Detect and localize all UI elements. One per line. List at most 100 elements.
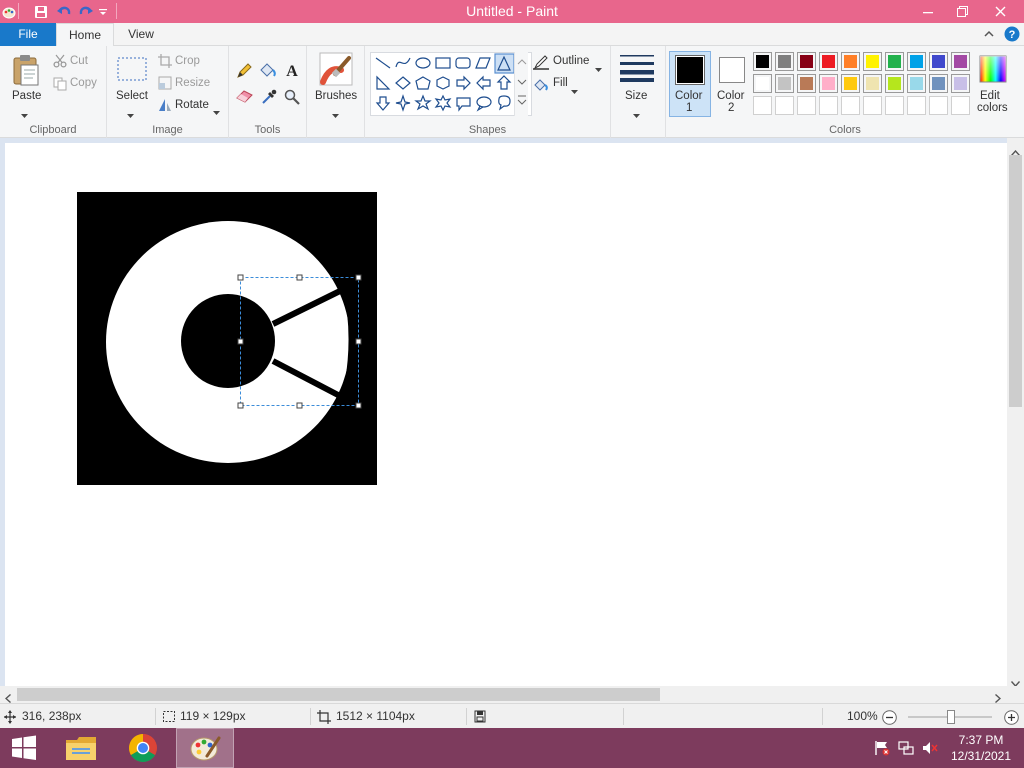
palette-swatch-color — [822, 55, 835, 68]
brushes-dropdown-icon[interactable] — [332, 106, 339, 124]
rotate-dropdown-icon[interactable] — [213, 103, 220, 121]
paste-icon[interactable] — [12, 54, 40, 91]
fill-dropdown-icon[interactable] — [571, 82, 578, 100]
close-button[interactable] — [980, 0, 1020, 23]
tab-home[interactable]: Home — [56, 23, 114, 47]
chrome-icon[interactable] — [120, 728, 166, 768]
size-dropdown-icon[interactable] — [633, 106, 640, 124]
palette-swatch[interactable] — [775, 52, 794, 71]
pencil-icon[interactable] — [236, 63, 252, 84]
palette-swatch[interactable] — [951, 74, 970, 93]
edit-colors-icon[interactable] — [979, 55, 1007, 88]
tab-view[interactable]: View — [114, 23, 168, 46]
palette-swatch[interactable] — [775, 74, 794, 93]
shapes-gallery-scroll[interactable] — [514, 52, 528, 116]
palette-swatch[interactable] — [907, 52, 926, 71]
rotate-icon[interactable] — [158, 98, 172, 117]
palette-swatch[interactable] — [863, 96, 882, 115]
palette-swatch[interactable] — [951, 96, 970, 115]
start-button[interactable] — [0, 728, 48, 768]
fill-icon[interactable] — [533, 76, 549, 97]
help-icon[interactable]: ? — [1004, 26, 1020, 47]
zoom-out-button[interactable] — [882, 709, 897, 725]
zoom-in-button[interactable] — [1004, 709, 1019, 725]
rotate-button[interactable]: Rotate — [175, 99, 209, 111]
size-button[interactable]: Size — [625, 90, 647, 102]
paste-dropdown-icon[interactable] — [21, 106, 28, 124]
resize-button[interactable]: Resize — [175, 77, 210, 89]
minimize-ribbon-icon[interactable] — [983, 27, 995, 45]
color-picker-icon[interactable] — [261, 89, 277, 110]
save-icon[interactable] — [34, 3, 48, 20]
tab-file[interactable]: File — [0, 23, 56, 46]
outline-icon[interactable] — [533, 54, 549, 75]
palette-swatch[interactable] — [841, 52, 860, 71]
palette-swatch[interactable] — [929, 52, 948, 71]
eraser-icon[interactable] — [236, 89, 254, 108]
edit-colors-label[interactable]: Edit — [980, 90, 1000, 102]
palette-swatch[interactable] — [929, 96, 948, 115]
zoom-slider-thumb[interactable] — [947, 710, 955, 724]
palette-swatch[interactable] — [753, 74, 772, 93]
network-icon[interactable] — [897, 728, 915, 768]
minimize-button[interactable] — [911, 0, 945, 23]
magnifier-icon[interactable] — [284, 89, 300, 110]
image-size: 1512 × 1104px — [336, 709, 415, 723]
edit-colors-label-2[interactable]: colors — [977, 102, 1008, 114]
fill-button[interactable]: Fill — [553, 77, 568, 89]
outline-button[interactable]: Outline — [553, 55, 589, 67]
redo-icon[interactable] — [78, 3, 94, 20]
select-dropdown-icon[interactable] — [127, 106, 134, 124]
palette-swatch[interactable] — [841, 96, 860, 115]
drawing-canvas[interactable] — [5, 143, 1007, 686]
shapes-gallery — [370, 52, 532, 116]
palette-swatch[interactable] — [863, 52, 882, 71]
palette-swatch[interactable] — [819, 74, 838, 93]
palette-swatch[interactable] — [797, 96, 816, 115]
restore-button[interactable] — [945, 0, 979, 23]
paint-taskbar-icon[interactable] — [176, 728, 234, 768]
palette-swatch[interactable] — [885, 52, 904, 71]
fill-bucket-icon[interactable] — [259, 62, 277, 83]
undo-icon[interactable] — [56, 3, 72, 20]
shapes-gallery-icons[interactable] — [371, 53, 533, 117]
palette-swatch[interactable] — [797, 74, 816, 93]
paste-button[interactable]: Paste — [12, 90, 41, 102]
palette-swatch-color — [844, 55, 857, 68]
palette-swatch[interactable] — [863, 74, 882, 93]
palette-swatch[interactable] — [819, 96, 838, 115]
canvas-drawing[interactable] — [5, 143, 1007, 686]
horizontal-scroll-thumb[interactable] — [17, 688, 660, 701]
palette-swatch[interactable] — [929, 74, 948, 93]
paint-app-icon[interactable] — [2, 3, 16, 20]
text-tool-icon[interactable]: A — [284, 62, 300, 83]
select-button[interactable]: Select — [116, 90, 148, 102]
crop-button[interactable]: Crop — [175, 55, 200, 67]
palette-swatch[interactable] — [841, 74, 860, 93]
copy-button[interactable]: Copy — [70, 77, 97, 89]
taskbar-clock[interactable]: 7:37 PM 12/31/2021 — [946, 732, 1016, 764]
cut-button[interactable]: Cut — [70, 55, 88, 67]
palette-swatch[interactable] — [819, 52, 838, 71]
palette-swatch[interactable] — [907, 96, 926, 115]
volume-muted-icon[interactable] — [921, 728, 939, 768]
action-center-flag-icon[interactable] — [873, 728, 891, 768]
vertical-scroll-thumb[interactable] — [1009, 155, 1022, 407]
file-explorer-icon[interactable] — [58, 728, 104, 768]
palette-swatch[interactable] — [885, 74, 904, 93]
palette-swatch[interactable] — [951, 52, 970, 71]
select-icon[interactable] — [117, 57, 147, 86]
size-icon[interactable] — [620, 54, 654, 87]
palette-swatch[interactable] — [753, 52, 772, 71]
outline-dropdown-icon[interactable] — [595, 60, 602, 78]
brushes-button[interactable]: Brushes — [315, 90, 357, 102]
palette-swatch[interactable] — [885, 96, 904, 115]
color2-swatch-frame[interactable] — [719, 57, 745, 83]
cursor-position: 316, 238px — [22, 709, 82, 723]
customize-qat-icon[interactable] — [98, 3, 108, 20]
palette-swatch[interactable] — [797, 52, 816, 71]
palette-swatch[interactable] — [907, 74, 926, 93]
brushes-icon[interactable] — [319, 52, 353, 91]
palette-swatch[interactable] — [775, 96, 794, 115]
palette-swatch[interactable] — [753, 96, 772, 115]
